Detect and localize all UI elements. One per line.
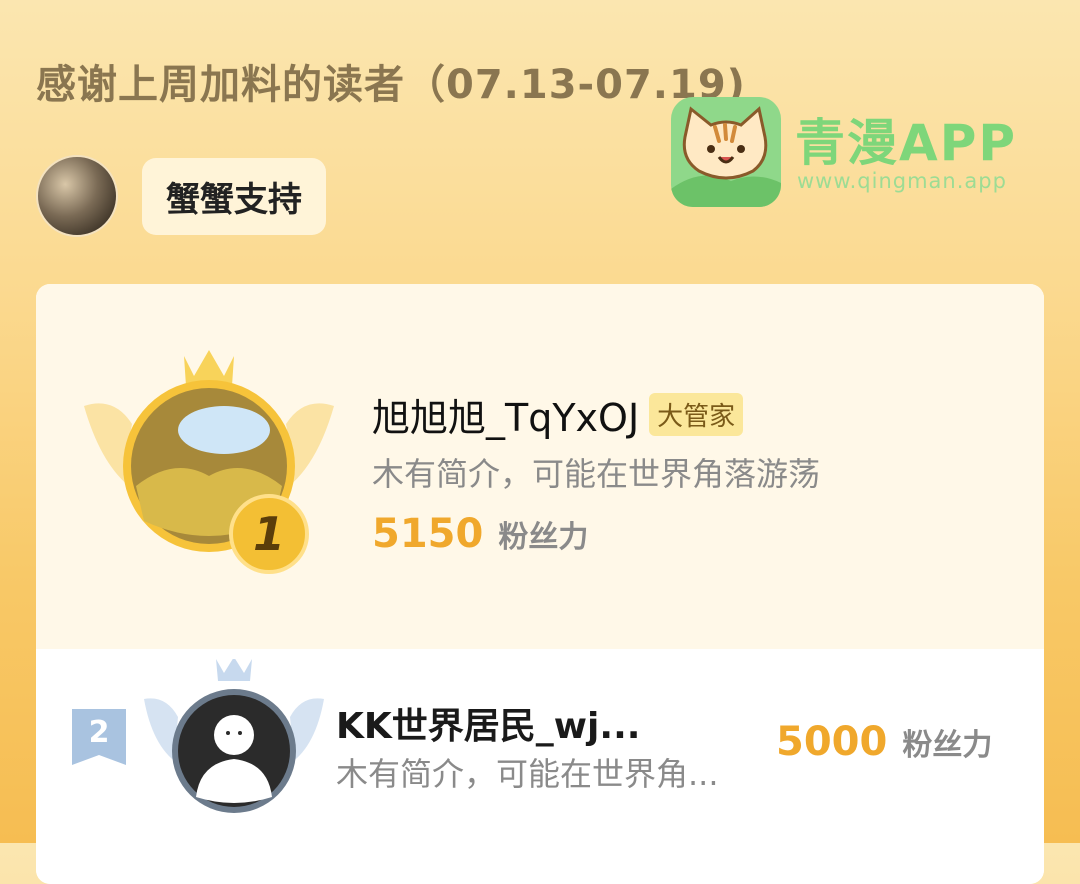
app-logo-icon (671, 97, 781, 207)
role-badge: 大管家 (649, 393, 744, 436)
rank2-flag: 2 (72, 709, 126, 769)
rank2-score: 5000 粉丝力 (776, 719, 992, 765)
leaderboard-card: 1 旭旭旭_TqYxOJ 大管家 木有简介，可能在世界角落游荡 5150 粉丝力… (36, 284, 1044, 884)
rank2-number: 2 (88, 715, 110, 750)
rank1-score-unit: 粉丝力 (498, 520, 589, 555)
rank2-bio: 木有简介，可能在世界角... (336, 755, 719, 793)
support-label: 蟹蟹支持 (142, 157, 326, 235)
supporter-row: 蟹蟹支持 (36, 155, 326, 237)
rank1-avatar-group: 1 (84, 346, 334, 576)
avatar[interactable] (36, 155, 118, 237)
rank2-avatar-group (144, 657, 324, 829)
watermark-url: www.qingman.app (797, 169, 1007, 193)
leaderboard-entry-1[interactable]: 1 旭旭旭_TqYxOJ 大管家 木有简介，可能在世界角落游荡 5150 粉丝力 (36, 284, 1044, 649)
watermark-title: 青漫APP (795, 114, 1017, 172)
rank2-score-value: 5000 (776, 719, 888, 765)
rank1-username[interactable]: 旭旭旭_TqYxOJ (372, 387, 639, 442)
page-title: 感谢上周加料的读者（07.13-07.19) (36, 62, 746, 108)
leaderboard-entry-2[interactable]: 2 KK世界居民_wj... 木有简介，可能在世界角... 5000 粉丝力 (36, 649, 1044, 884)
watermark: 青漫APP www.qingman.app (671, 97, 1015, 207)
rank2-score-unit: 粉丝力 (902, 728, 993, 763)
rank1-name-row: 旭旭旭_TqYxOJ 大管家 (372, 387, 744, 442)
rank1-score: 5150 粉丝力 (372, 511, 588, 557)
rank1-medal-number: 1 (229, 494, 309, 574)
rank2-username[interactable]: KK世界居民_wj... (336, 697, 640, 749)
rank1-bio: 木有简介，可能在世界角落游荡 (372, 455, 821, 493)
rank1-score-value: 5150 (372, 511, 484, 557)
